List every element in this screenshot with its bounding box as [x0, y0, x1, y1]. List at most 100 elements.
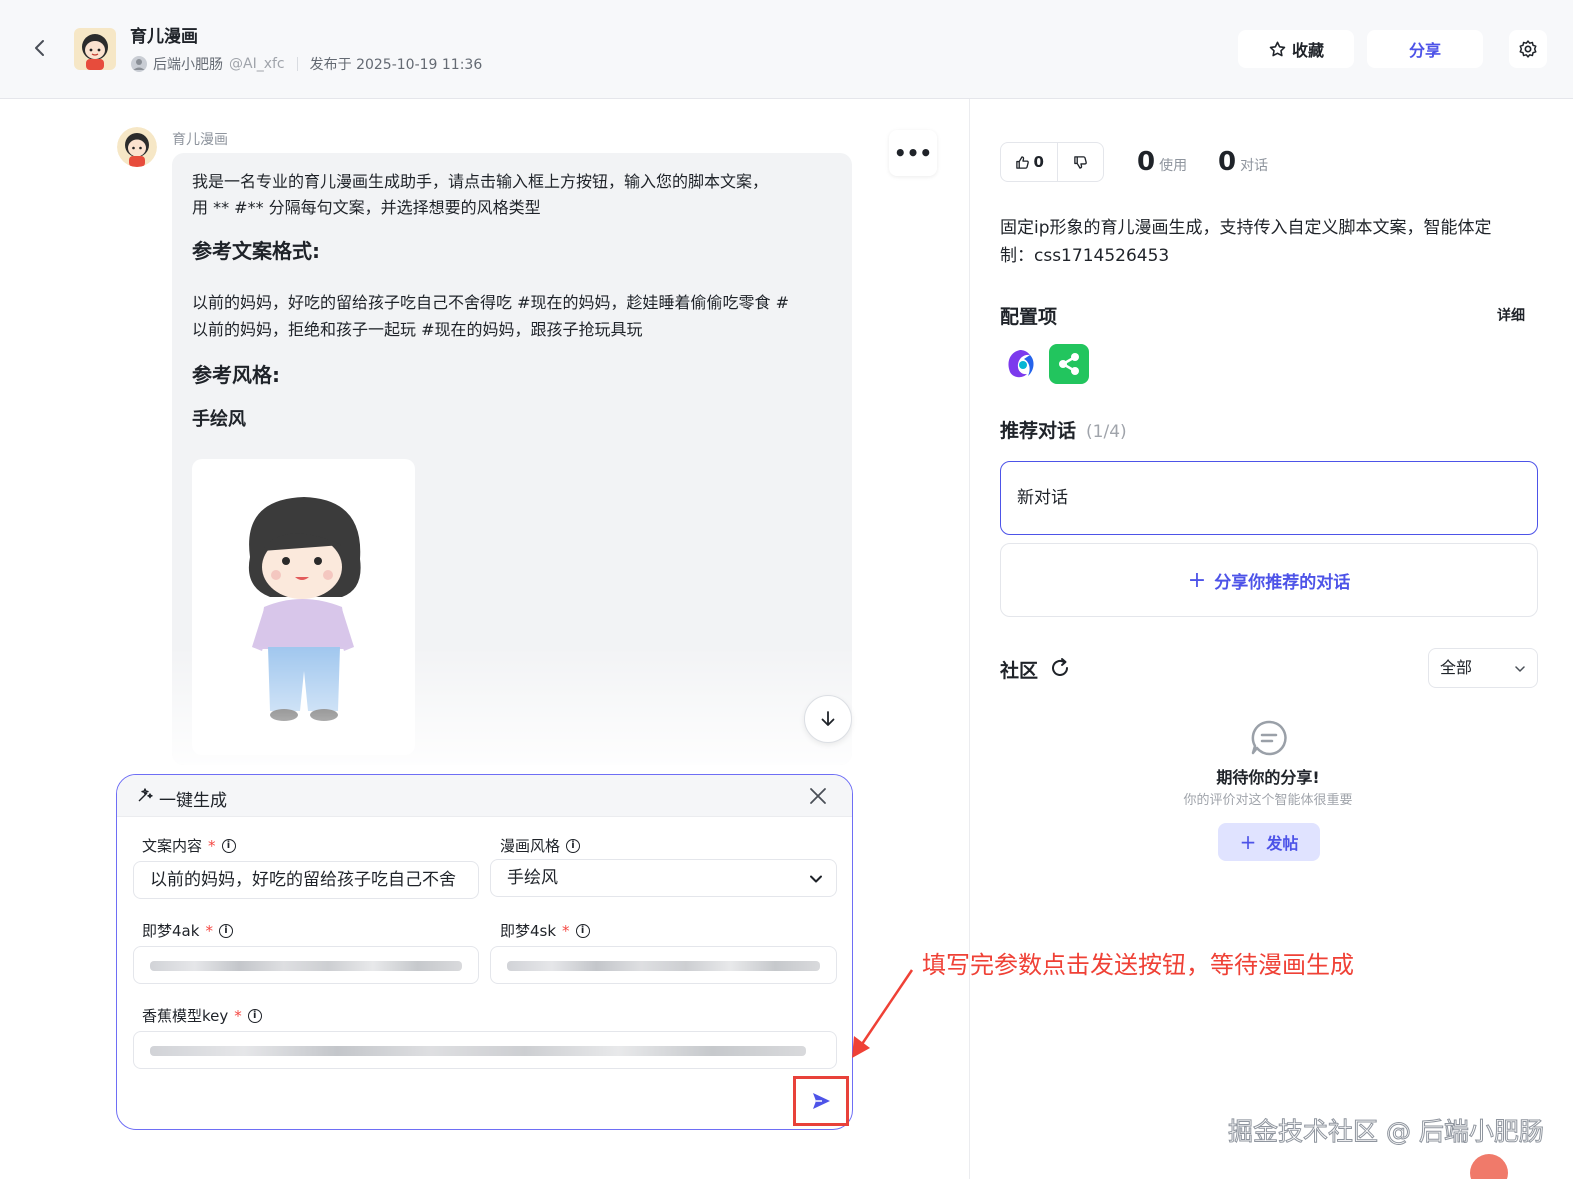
watermark: 掘金技术社区 @ 后端小肥肠 [1228, 1117, 1545, 1147]
app-title: 育儿漫画 [130, 27, 198, 47]
intro-line-1: 我是一名专业的育儿漫画生成助手，请点击输入框上方按钮，输入您的脚本文案， [192, 172, 769, 191]
ak-input[interactable] [133, 946, 479, 984]
app-header: 育儿漫画 后端小肥肠 @AI_xfc 发布于 2025-10-19 11:36 … [0, 0, 1573, 99]
style-value: 手绘风 [192, 409, 246, 430]
filter-value: 全部 [1440, 658, 1473, 677]
community-filter-select[interactable]: 全部 [1428, 648, 1538, 688]
plus-icon: + [1239, 830, 1257, 854]
config-detail-link[interactable]: 详细 [1497, 305, 1525, 325]
chevron-down-icon [810, 875, 822, 883]
rating-group: 0 [1000, 142, 1104, 182]
copy-field-label: 文案内容 * i [142, 835, 236, 856]
style-select[interactable]: 手绘风 [490, 859, 837, 897]
uses-label: 使用 [1159, 158, 1188, 174]
settings-button[interactable] [1509, 30, 1547, 68]
annotation-text: 填写完参数点击发送按钮，等待漫画生成 [922, 951, 1354, 979]
redacted-value [150, 961, 462, 971]
chats-count: 0 [1218, 147, 1237, 177]
model-plugin-icon[interactable] [1000, 344, 1040, 384]
dislike-button[interactable] [1058, 143, 1103, 181]
community-title: 社区 [1000, 660, 1039, 682]
required-mark: * [234, 1006, 242, 1025]
chats-stat: 0 对话 [1218, 147, 1268, 177]
thumbs-down-icon [1074, 155, 1088, 169]
required-mark: * [562, 921, 570, 940]
sk-input[interactable] [490, 946, 837, 984]
back-icon [35, 40, 44, 56]
recommend-title: 推荐对话 (1/4) [1000, 420, 1127, 442]
share-recommended-label: 分享你推荐的对话 [1214, 572, 1351, 593]
chevron-down-icon [1515, 666, 1525, 672]
like-count: 0 [1033, 153, 1044, 171]
example-line-2: 以前的妈妈，拒绝和孩子一起玩 #现在的妈妈，跟孩子抢玩具玩 [192, 320, 643, 339]
redacted-value [150, 1046, 806, 1056]
divider [296, 57, 298, 71]
empty-state-subtitle: 你的评价对这个智能体很重要 [1183, 793, 1353, 808]
author-name[interactable]: 后端小肥肠 [153, 54, 223, 74]
scroll-down-button[interactable] [804, 695, 852, 743]
share-recommended-chat-button[interactable]: + 分享你推荐的对话 [1000, 543, 1538, 617]
star-icon [1269, 41, 1286, 56]
config-title: 配置项 [1000, 306, 1058, 328]
author-avatar [131, 56, 147, 72]
close-icon[interactable] [807, 785, 829, 807]
sparkle-icon [138, 788, 153, 802]
style-select-value: 手绘风 [507, 868, 558, 888]
annotation-arrow [852, 969, 914, 1058]
required-mark: * [205, 921, 213, 940]
uses-stat: 0 使用 [1137, 147, 1187, 177]
bot-avatar [117, 127, 157, 167]
recommended-chat-item[interactable]: 新对话 [1000, 461, 1538, 535]
share-button[interactable]: 分享 [1367, 30, 1483, 68]
ak-field-label: 即梦4ak * i [142, 920, 233, 941]
empty-state-title: 期待你的分享! [1216, 768, 1320, 787]
bot-name: 育儿漫画 [172, 132, 228, 148]
app-avatar [74, 28, 116, 70]
chats-label: 对话 [1240, 158, 1269, 174]
uses-count: 0 [1137, 147, 1156, 177]
floating-assistant-avatar[interactable] [1470, 1154, 1508, 1179]
workflow-plugin-icon[interactable] [1049, 344, 1089, 384]
recommend-count: (1/4) [1086, 422, 1127, 442]
required-mark: * [208, 836, 216, 855]
favorite-label: 收藏 [1291, 41, 1324, 60]
chat-bubble-icon [1251, 720, 1287, 756]
post-label: 发帖 [1266, 834, 1299, 853]
style-field-label: 漫画风格 i [500, 835, 581, 856]
author-row: 后端小肥肠 @AI_xfc 发布于 2025-10-19 11:36 [130, 54, 482, 74]
redacted-value [507, 961, 820, 971]
format-heading: 参考文案格式: [192, 239, 320, 263]
info-icon[interactable]: i [566, 838, 581, 853]
info-icon[interactable]: i [247, 1008, 262, 1023]
send-icon [813, 1093, 830, 1109]
panel-header: 一键生成 [117, 775, 852, 817]
bot-message-bubble: 我是一名专业的育儿漫画生成助手，请点击输入框上方按钮，输入您的脚本文案， 用 *… [172, 153, 852, 765]
bot-description: 固定ip形象的育儿漫画生成，支持传入自定义脚本文案，智能体定制：css17145… [1000, 218, 1492, 266]
arrow-down-icon [821, 711, 835, 726]
one-click-generate-panel: 一键生成 文案内容 * i 以前的妈妈，好吃的留给孩子吃自己不舍 漫画风格 i … [116, 774, 853, 1130]
plus-icon: + [1187, 567, 1207, 593]
share-label: 分享 [1408, 41, 1441, 60]
panel-title: 一键生成 [159, 791, 227, 811]
author-handle: @AI_xfc [229, 56, 285, 72]
like-button[interactable]: 0 [1001, 143, 1059, 181]
info-icon[interactable]: i [221, 838, 236, 853]
panel-divider [969, 99, 970, 1179]
intro-line-2: 用 ** #** 分隔每句文案，并选择想要的风格类型 [192, 198, 541, 217]
publish-date: 发布于 2025-10-19 11:36 [309, 57, 483, 73]
bubble-fade [172, 645, 852, 765]
thumbs-up-icon [1015, 155, 1029, 169]
post-button[interactable]: + 发帖 [1218, 823, 1320, 861]
more-button[interactable]: ••• [889, 130, 937, 176]
copy-input[interactable]: 以前的妈妈，好吃的留给孩子吃自己不舍 [133, 861, 479, 899]
send-button[interactable] [793, 1076, 849, 1126]
favorite-button[interactable]: 收藏 [1238, 30, 1354, 68]
gear-icon [1519, 40, 1537, 58]
back-button[interactable] [28, 36, 52, 60]
refresh-icon[interactable] [1049, 657, 1071, 679]
example-line-1: 以前的妈妈，好吃的留给孩子吃自己不舍得吃 #现在的妈妈，趁娃睡着偷偷吃零食 # [192, 293, 789, 312]
info-icon[interactable]: i [218, 923, 233, 938]
info-icon[interactable]: i [575, 923, 590, 938]
style-heading: 参考风格: [192, 363, 280, 387]
key-input[interactable] [133, 1031, 837, 1069]
